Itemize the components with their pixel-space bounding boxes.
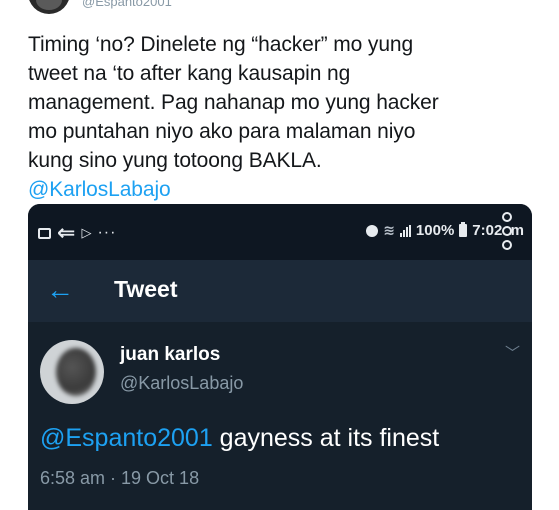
outer-handle[interactable]: @Espanto2001: [82, 0, 172, 9]
battery-percent: 100%: [415, 222, 455, 239]
play-icon: ▷: [81, 225, 92, 240]
user-handle[interactable]: @KarlosLabajo: [120, 373, 243, 394]
embedded-screenshot: ⇐ ▷ ··· ≋ 100% 7:02am ← Tweet juan karlo…: [28, 204, 532, 510]
arrow-left-icon: ⇐: [57, 220, 76, 245]
status-bar: ⇐ ▷ ··· ≋ 100% 7:02am: [28, 204, 532, 260]
tweet-body: @Espanto2001 gayness at its finest: [40, 424, 439, 453]
avatar[interactable]: [40, 340, 104, 404]
mention-link[interactable]: @KarlosLabajo: [28, 175, 538, 204]
inner-tweet: juan karlos @KarlosLabajo ﹀ @Espanto2001…: [28, 322, 532, 510]
app-bar-title: Tweet: [114, 276, 178, 302]
more-notifications: ···: [97, 224, 117, 241]
page: @Espanto2001 Timing ‘no? Dinelete ng “ha…: [0, 0, 559, 510]
tweet-body-text: gayness at its finest: [212, 424, 440, 452]
wifi-icon: ≋: [383, 222, 395, 238]
status-bar-right: ≋ 100% 7:02am: [366, 212, 524, 250]
tweet-text-line: management. Pag nahanap mo yung hacker: [28, 91, 439, 114]
outer-tweet-text: Timing ‘no? Dinelete ng “hacker” mo yung…: [28, 30, 538, 204]
tweet-timestamp: 6:58 am · 19 Oct 18: [40, 468, 200, 488]
chevron-down-icon[interactable]: ﹀: [505, 342, 520, 363]
alarm-icon: [366, 224, 379, 237]
drag-handle-icon: [502, 212, 513, 250]
back-arrow-icon[interactable]: ←: [46, 276, 74, 304]
tweet-text-line: tweet na ‘to after kang kausapin ng: [28, 62, 351, 85]
image-icon: [38, 227, 51, 239]
tweet-text-line: Timing ‘no? Dinelete ng “hacker” mo yung: [28, 33, 414, 56]
tweet-text-line: mo puntahan niyo ako para malaman niyo: [28, 120, 416, 143]
tweet-text-line: kung sino yung totoong BAKLA.: [28, 149, 322, 172]
status-bar-left: ⇐ ▷ ···: [38, 220, 117, 245]
outer-avatar[interactable]: [28, 0, 70, 14]
app-bar: ← Tweet: [28, 260, 532, 322]
signal-icon: [399, 224, 411, 237]
mention-link[interactable]: @Espanto2001: [40, 424, 213, 452]
battery-icon: [459, 222, 468, 237]
clock: 7:02am: [472, 212, 524, 250]
user-display-name[interactable]: juan karlos: [120, 344, 220, 366]
clock-time: 7:02am: [472, 222, 524, 239]
